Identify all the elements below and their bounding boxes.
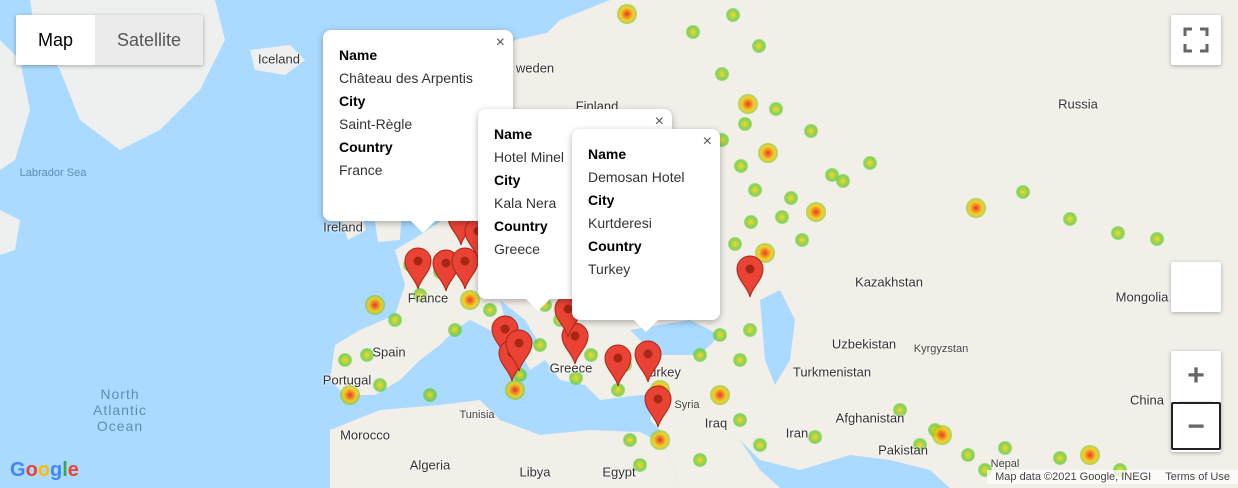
heatmap-point [423,388,437,402]
heatmap-point [365,295,385,315]
marker-pin-icon [736,255,764,298]
heatmap-point [360,348,374,362]
google-logo: Google [10,459,79,481]
heatmap-point [617,4,637,24]
heatmap-point [650,430,670,450]
city-label: City [588,192,615,208]
marker-pin-icon [644,385,672,428]
city-label: City [339,93,366,109]
hotel-name: Demosan Hotel [588,169,685,185]
heatmap-point [775,210,789,224]
close-icon[interactable]: × [496,34,505,52]
heatmap-point [533,338,547,352]
heatmap-point [633,458,647,472]
map-type-satellite-button[interactable]: Satellite [95,15,204,65]
map-marker[interactable] [633,339,663,383]
country-value: Turkey [588,261,631,277]
street-view-control[interactable] [1171,262,1221,312]
heatmap-point [795,233,809,247]
zoom-control: + − [1171,351,1221,452]
city-value: Saint-Règle [339,116,413,132]
heatmap-point [338,353,352,367]
heatmap-point [710,385,730,405]
map-marker[interactable] [403,246,433,290]
heatmap-point [734,159,748,173]
map-marker[interactable] [735,254,765,298]
heatmap-point [806,202,826,222]
heatmap-point [738,94,758,114]
name-label: Name [588,146,627,162]
map-data-attribution: Map data ©2021 Google, INEGI [995,471,1152,483]
heatmap-point [752,39,766,53]
heatmap-point [893,403,907,417]
heatmap-point [1016,185,1030,199]
heatmap-point [340,385,360,405]
fullscreen-icon [1183,27,1209,53]
heatmap-point [784,191,798,205]
heatmap-point [748,183,762,197]
heatmap-point [769,102,783,116]
country-label: Country [339,139,393,155]
heatmap-point [753,438,767,452]
heatmap-point [1150,232,1164,246]
map-marker[interactable] [504,328,534,372]
heatmap-point [713,328,727,342]
country-label: Country [588,238,642,254]
heatmap-point [998,441,1012,455]
marker-pin-icon [404,247,432,290]
heatmap-point [623,433,637,447]
map[interactable]: Iceland weden Finland Russia Labrador Sea Ire… [0,0,1238,488]
map-type-control: Map Satellite [16,15,204,65]
heatmap-point [804,124,818,138]
heatmap-point [693,348,707,362]
heatmap-point [808,430,822,444]
map-marker[interactable] [603,343,633,387]
heatmap-point [743,323,757,337]
heatmap-point [728,237,742,251]
map-type-map-button[interactable]: Map [16,15,96,65]
heatmap-point [448,323,462,337]
marker-pin-icon [505,329,533,372]
heatmap-point [686,25,700,39]
heatmap-point [758,143,778,163]
heatmap-point [726,8,740,22]
heatmap-point [373,378,387,392]
heatmap-point [715,67,729,81]
terms-of-use-link[interactable]: Terms of Use [1165,471,1230,483]
hotel-name: Château des Arpentis [339,70,473,86]
map-marker[interactable] [643,384,673,428]
heatmap-point [961,448,975,462]
heatmap-point [413,288,427,302]
heatmap-point [1080,445,1100,465]
close-icon[interactable]: × [703,133,712,151]
heatmap-point [733,413,747,427]
attribution-bar: Map data ©2021 Google, INEGI Terms of Us… [987,470,1238,484]
heatmap-point [932,425,952,445]
marker-pin-icon [634,340,662,383]
heatmap-point [836,174,850,188]
heatmap-point [744,215,758,229]
city-value: Kurtderesi [588,215,652,231]
marker-pin-icon [604,344,632,387]
heatmap-point [733,353,747,367]
fullscreen-button[interactable] [1171,15,1221,65]
heatmap-point [388,313,402,327]
zoom-in-button[interactable]: + [1171,351,1221,401]
heatmap-point [569,371,583,385]
heatmap-point [1111,226,1125,240]
heatmap-point [966,198,986,218]
heatmap-point [460,290,480,310]
heatmap-point [738,117,752,131]
heatmap-point [913,438,927,452]
name-label: Name [339,47,378,63]
heatmap-point [1063,212,1077,226]
info-window-demosan: × Name Demosan Hotel City Kurtderesi Cou… [572,129,720,320]
heatmap-point [505,380,525,400]
zoom-out-button[interactable]: − [1171,402,1221,450]
country-value: France [339,162,383,178]
heatmap-point [1053,451,1067,465]
heatmap-point [693,453,707,467]
heatmap-point [863,156,877,170]
